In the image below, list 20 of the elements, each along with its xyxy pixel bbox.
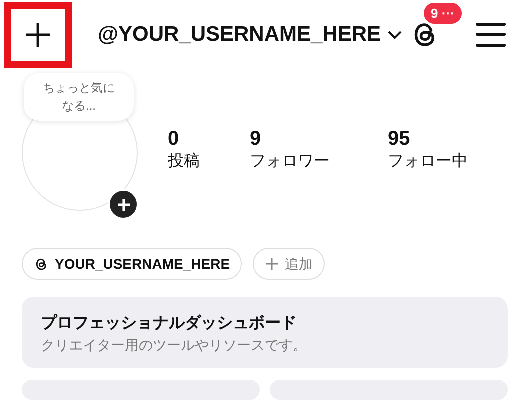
stat-value: 0 — [168, 127, 180, 152]
stat-value: 95 — [388, 127, 412, 152]
threads-chip[interactable]: YOUR_USERNAME_HERE — [22, 248, 242, 280]
stat-label: 投稿 — [168, 152, 201, 172]
threads-icon — [34, 256, 49, 272]
stat-label: フォロー中 — [388, 152, 469, 172]
account-switcher[interactable]: @YOUR_USERNAME_HERE — [98, 18, 404, 50]
stat-label: フォロワー — [250, 152, 331, 172]
stat-value: 9 — [250, 127, 262, 152]
add-link-chip[interactable]: 追加 — [253, 248, 326, 280]
dashboard-subtitle: クリエイター用のツールやリソースです。 — [41, 336, 308, 356]
dashboard-title: プロフェッショナルダッシュボード — [41, 313, 298, 334]
plus-icon — [24, 20, 52, 49]
dashboard-card[interactable]: プロフェッショナルダッシュボード クリエイター用のツールやリソースです。 — [22, 297, 508, 368]
notification-badge: 9 ··· — [424, 2, 462, 24]
note-tooltip[interactable]: ちょっと気になる... — [24, 73, 134, 122]
plus-icon — [265, 257, 280, 272]
menu-icon[interactable] — [476, 22, 506, 47]
create-button[interactable] — [4, 2, 72, 68]
chevron-down-icon — [387, 30, 404, 40]
